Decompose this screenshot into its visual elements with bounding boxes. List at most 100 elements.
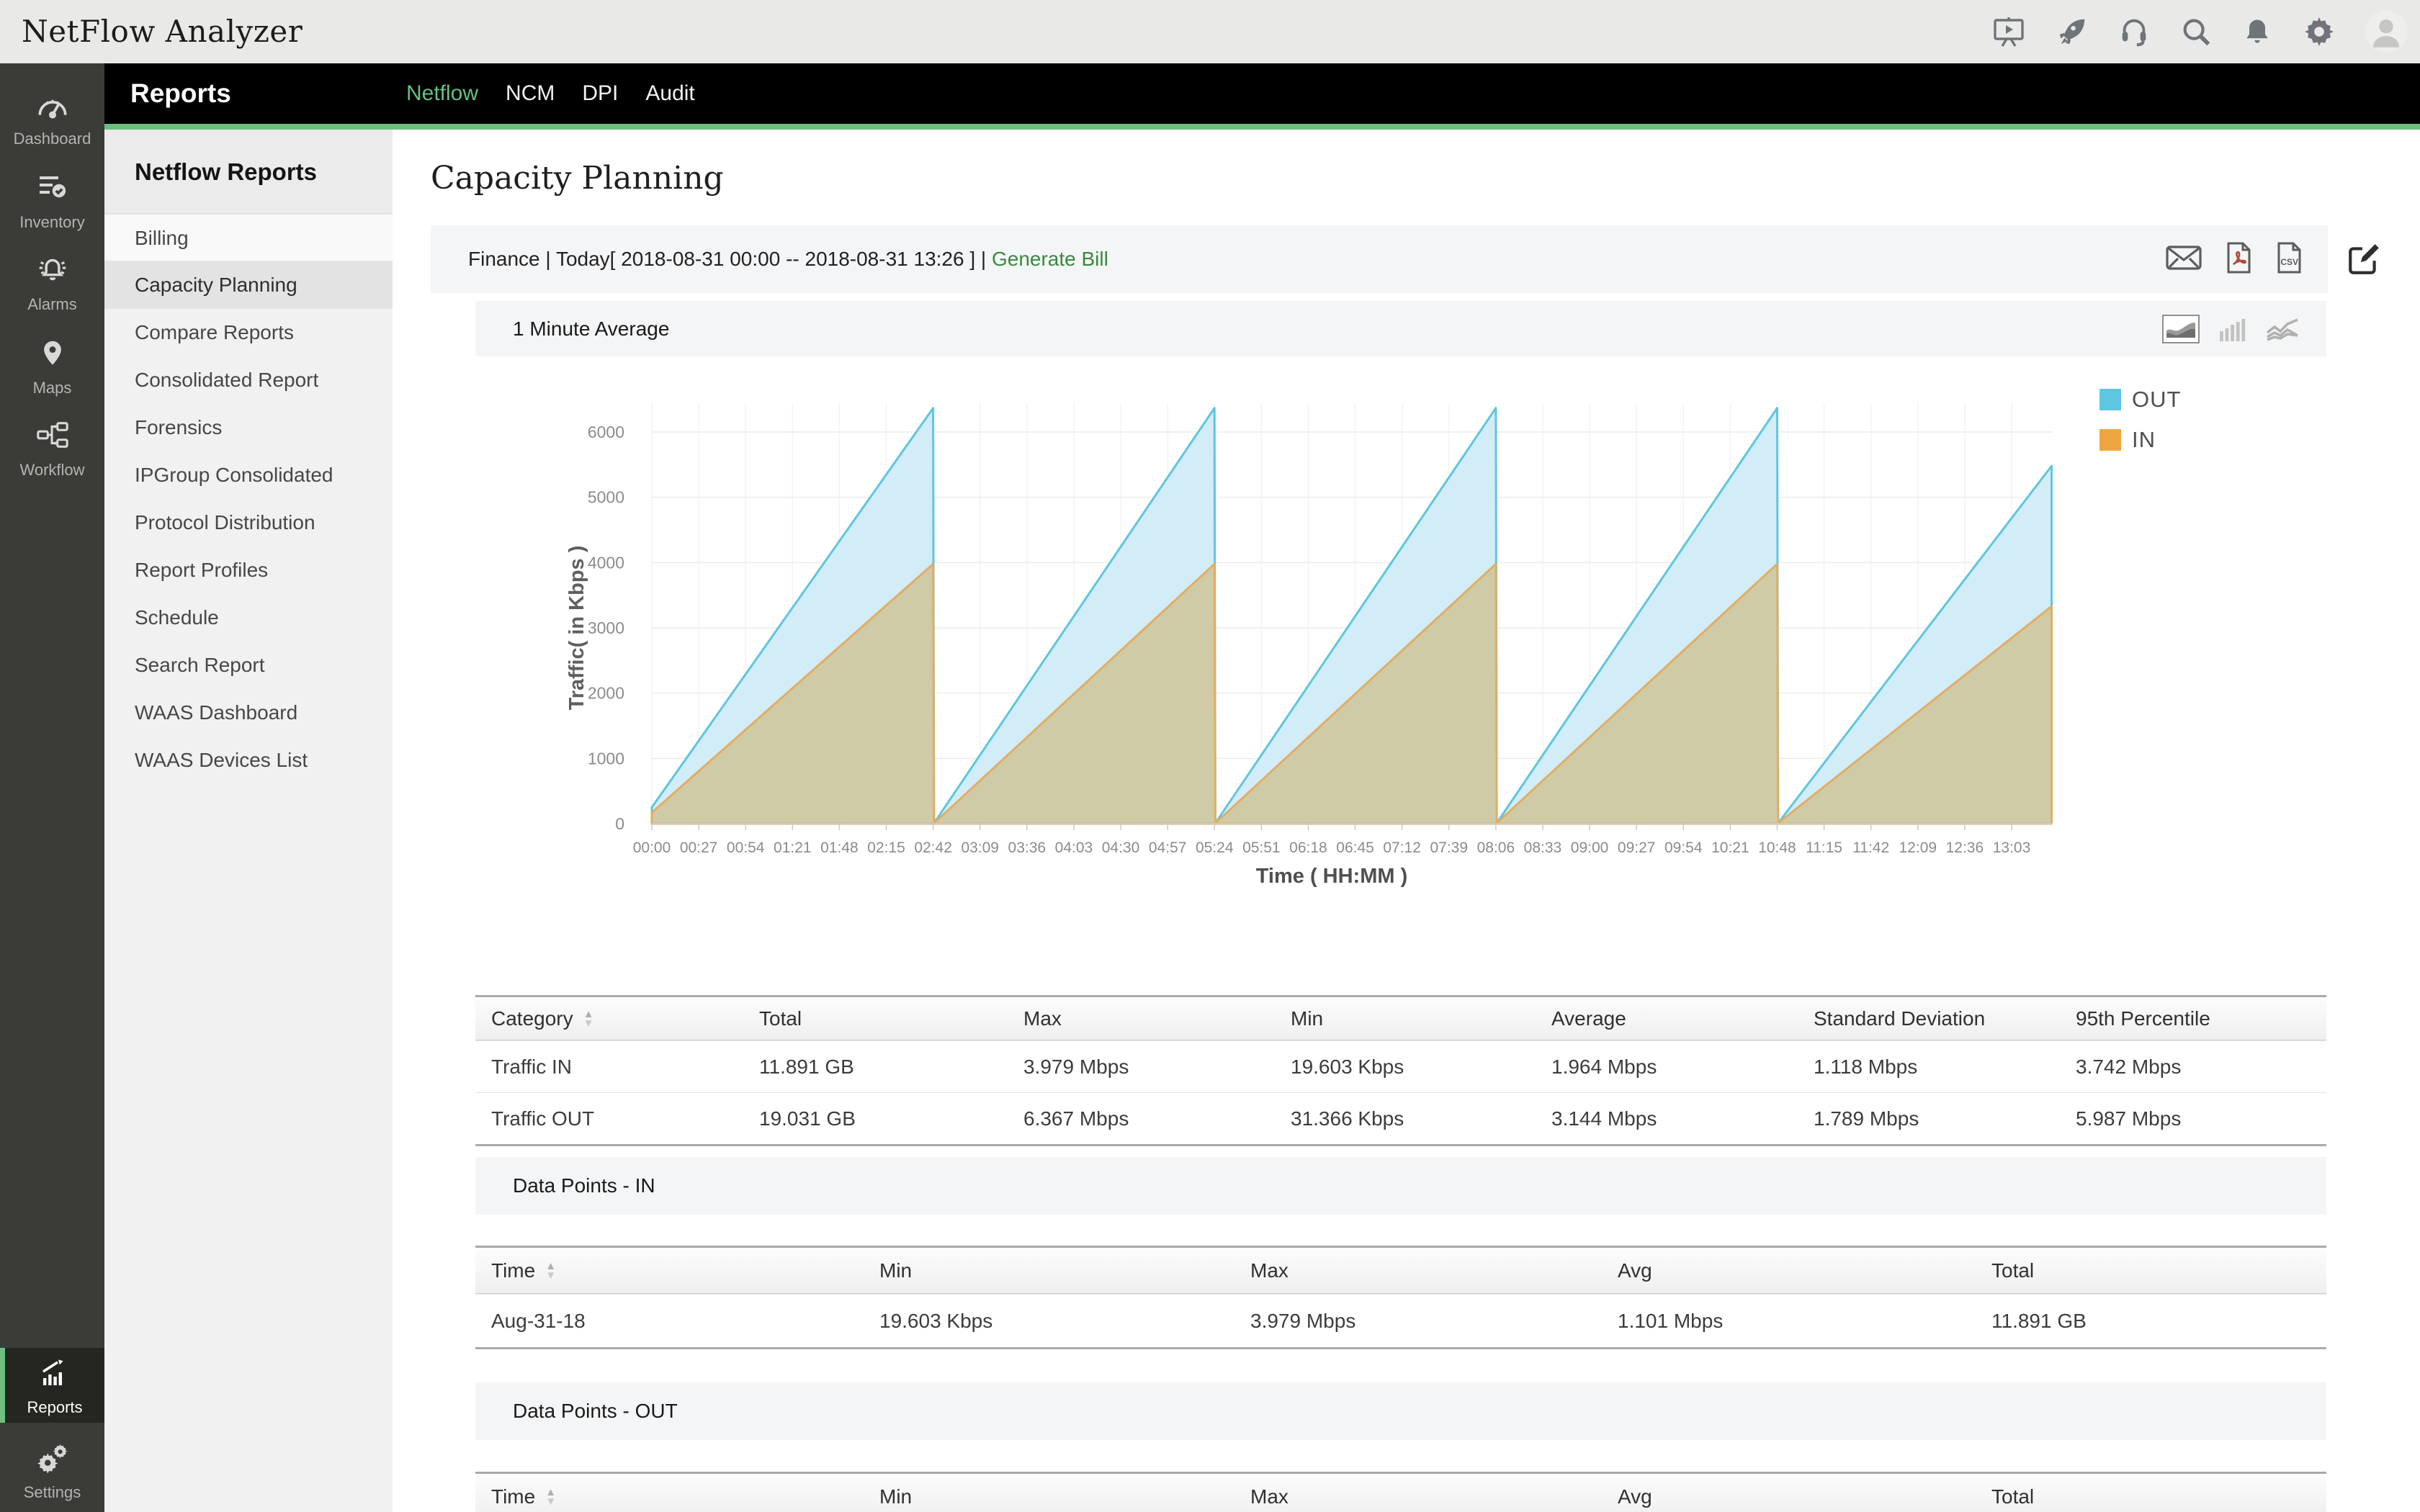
search-icon[interactable] — [2179, 15, 2213, 48]
column-header-time[interactable]: Time ▲ ▼ — [491, 1259, 879, 1282]
column-header-min: Min — [1291, 1007, 1324, 1030]
support-headset-icon[interactable] — [2118, 15, 2151, 48]
legend-label: IN — [2132, 427, 2156, 452]
tab-dpi[interactable]: DPI — [582, 81, 618, 106]
sidebar-item-inventory[interactable]: Inventory — [0, 163, 104, 238]
svg-text:06:45: 06:45 — [1336, 840, 1374, 856]
sidebar-item-settings[interactable]: Settings — [0, 1433, 104, 1508]
svg-text:07:39: 07:39 — [1430, 840, 1468, 856]
column-header-category[interactable]: Category ▲ ▼ — [491, 1007, 759, 1030]
report-item-search-report[interactable]: Search Report — [104, 642, 393, 689]
column-header-max: Max — [1023, 1007, 1062, 1030]
legend-label: OUT — [2132, 387, 2182, 412]
tab-audit[interactable]: Audit — [645, 81, 694, 106]
report-item-waas-dashboard[interactable]: WAAS Dashboard — [104, 689, 393, 737]
svg-text:06:18: 06:18 — [1289, 840, 1327, 856]
column-header-total: Total — [759, 1007, 802, 1030]
table-cell: 6.367 Mbps — [1023, 1107, 1129, 1130]
csv-export-icon[interactable]: CSV — [2275, 241, 2303, 278]
notifications-bell-icon[interactable] — [2241, 15, 2273, 48]
email-icon[interactable] — [2165, 243, 2202, 276]
svg-text:07:12: 07:12 — [1383, 840, 1421, 856]
svg-text:12:09: 12:09 — [1899, 840, 1937, 856]
report-item-billing[interactable]: Billing — [104, 214, 393, 261]
svg-text:00:00: 00:00 — [633, 840, 671, 856]
presentation-icon[interactable] — [1991, 14, 2027, 49]
pdf-export-icon[interactable] — [2224, 241, 2253, 278]
datapoints-in-bar: Data Points - IN — [475, 1157, 2326, 1215]
report-item-schedule[interactable]: Schedule — [104, 594, 393, 642]
user-avatar[interactable] — [2365, 11, 2407, 53]
getting-started-rocket-icon[interactable] — [2056, 15, 2089, 48]
sidebar-item-dashboard[interactable]: Dashboard — [0, 81, 104, 156]
table-cell: 3.979 Mbps — [1023, 1055, 1129, 1078]
tab-netflow[interactable]: Netflow — [406, 81, 478, 106]
bar-chart-toggle[interactable] — [2218, 317, 2247, 341]
column-header-min: Min — [879, 1259, 913, 1282]
table-cell: 1.964 Mbps — [1551, 1055, 1657, 1078]
sort-icon[interactable]: ▲ ▼ — [545, 1487, 556, 1507]
svg-text:01:48: 01:48 — [820, 840, 859, 856]
workflow-icon — [35, 419, 71, 454]
report-item-protocol-distribution[interactable]: Protocol Distribution — [104, 499, 393, 546]
page-title: Capacity Planning — [431, 160, 724, 197]
appbar: Reports Netflow NCM DPI Audit — [104, 63, 2420, 124]
chart-section-title: 1 Minute Average — [513, 317, 670, 340]
sort-icon[interactable]: ▲ ▼ — [583, 1009, 594, 1029]
sort-icon[interactable]: ▲ ▼ — [545, 1261, 556, 1281]
report-item-consolidated-report[interactable]: Consolidated Report — [104, 356, 393, 404]
panel-items: Billing Capacity Planning Compare Reports C… — [104, 214, 393, 784]
generate-bill-link[interactable]: Generate Bill — [992, 248, 1108, 270]
report-item-capacity-planning[interactable]: Capacity Planning — [104, 261, 393, 309]
chart-canvas: 00:00 00:27 00:54 01:21 01:48 02:15 02:42 03:09… — [565, 403, 2053, 888]
report-item-ipgroup-consolidated[interactable]: IPGroup Consolidated — [104, 451, 393, 499]
edit-icon[interactable] — [2346, 241, 2382, 281]
column-header-time[interactable]: Time ▲ ▼ — [491, 1485, 879, 1508]
report-item-forensics[interactable]: Forensics — [104, 404, 393, 451]
svg-text:09:27: 09:27 — [1618, 840, 1656, 856]
sidebar-item-workflow[interactable]: Workflow — [0, 410, 104, 485]
report-item-waas-devices-list[interactable]: WAAS Devices List — [104, 737, 393, 784]
svg-text:03:36: 03:36 — [1008, 840, 1047, 856]
settings-gears-icon — [35, 1441, 71, 1477]
svg-text:13:03: 13:03 — [1993, 840, 2031, 856]
sidebar-item-maps[interactable]: Maps — [0, 328, 104, 403]
map-pin-icon — [36, 337, 69, 372]
legend-item-out[interactable]: OUT — [2099, 387, 2181, 413]
svg-text:11:15: 11:15 — [1806, 840, 1842, 856]
appbar-tabs: Netflow NCM DPI Audit — [406, 63, 695, 124]
table-cell: 1.789 Mbps — [1814, 1107, 1919, 1130]
report-scope-text: Finance | Today[ 2018-08-31 00:00 -- 201… — [468, 248, 1108, 271]
svg-text:03:09: 03:09 — [961, 840, 999, 856]
svg-text:6000: 6000 — [588, 423, 624, 441]
svg-text:10:21: 10:21 — [1711, 840, 1749, 856]
tab-ncm[interactable]: NCM — [506, 81, 555, 106]
sidebar-item-label: Workflow — [19, 461, 85, 479]
sidebar-item-label: Reports — [27, 1398, 83, 1416]
area-chart-toggle[interactable] — [2162, 314, 2200, 343]
top-header-icons — [1991, 0, 2407, 63]
sidebar-item-reports[interactable]: Reports — [0, 1348, 104, 1423]
line-chart-toggle[interactable] — [2266, 317, 2299, 341]
sidebar-item-alarms[interactable]: Alarms — [0, 245, 104, 320]
column-header-95th-percentile: 95th Percentile — [2076, 1007, 2210, 1030]
sidebar: Dashboard Inventory Alarms Maps Workflow… — [0, 63, 104, 1512]
svg-text:04:03: 04:03 — [1055, 840, 1093, 856]
sidebar-item-label: Maps — [32, 379, 72, 397]
report-item-compare-reports[interactable]: Compare Reports — [104, 309, 393, 356]
table-header-row: Time ▲ ▼ Min Max Avg Total — [475, 1474, 2326, 1512]
sidebar-item-label: Settings — [23, 1483, 81, 1501]
report-item-report-profiles[interactable]: Report Profiles — [104, 546, 393, 594]
legend-item-in[interactable]: IN — [2099, 427, 2156, 453]
column-header-max: Max — [1250, 1485, 1289, 1508]
column-header-average: Average — [1551, 1007, 1626, 1030]
table-row: Traffic OUT 19.031 GB 6.367 Mbps 31.366 Kbp… — [475, 1092, 2326, 1144]
table-header-row: Category ▲ ▼ Total Max Min Average Standard Dev… — [475, 997, 2326, 1040]
datapoints-out-bar: Data Points - OUT — [475, 1382, 2326, 1440]
svg-text:Time ( HH:MM ): Time ( HH:MM ) — [1256, 865, 1408, 888]
svg-text:0: 0 — [615, 814, 624, 833]
svg-text:04:57: 04:57 — [1149, 840, 1187, 856]
table-header-row: Time ▲ ▼ Min Max Avg Total — [475, 1248, 2326, 1294]
settings-gear-icon[interactable] — [2302, 14, 2336, 49]
svg-text:2000: 2000 — [588, 684, 624, 703]
